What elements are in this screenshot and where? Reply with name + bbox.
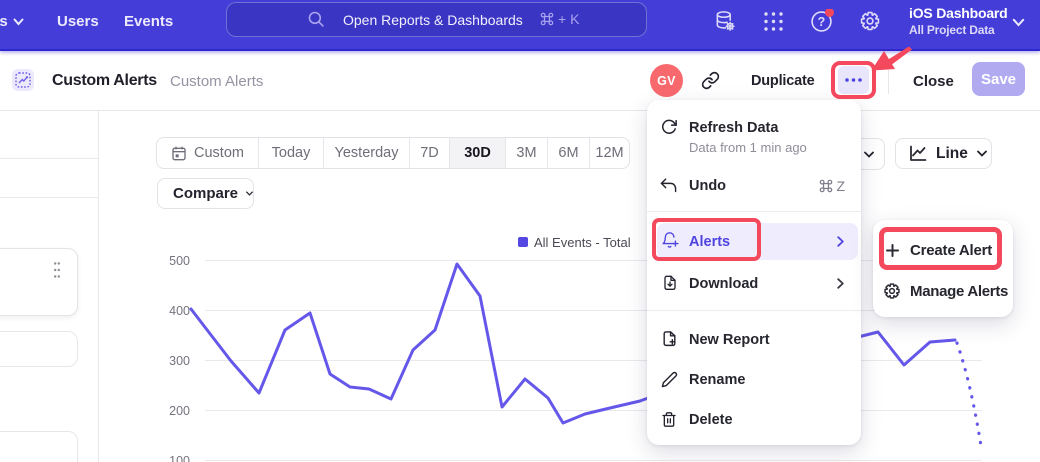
- svg-text:?: ?: [818, 15, 826, 29]
